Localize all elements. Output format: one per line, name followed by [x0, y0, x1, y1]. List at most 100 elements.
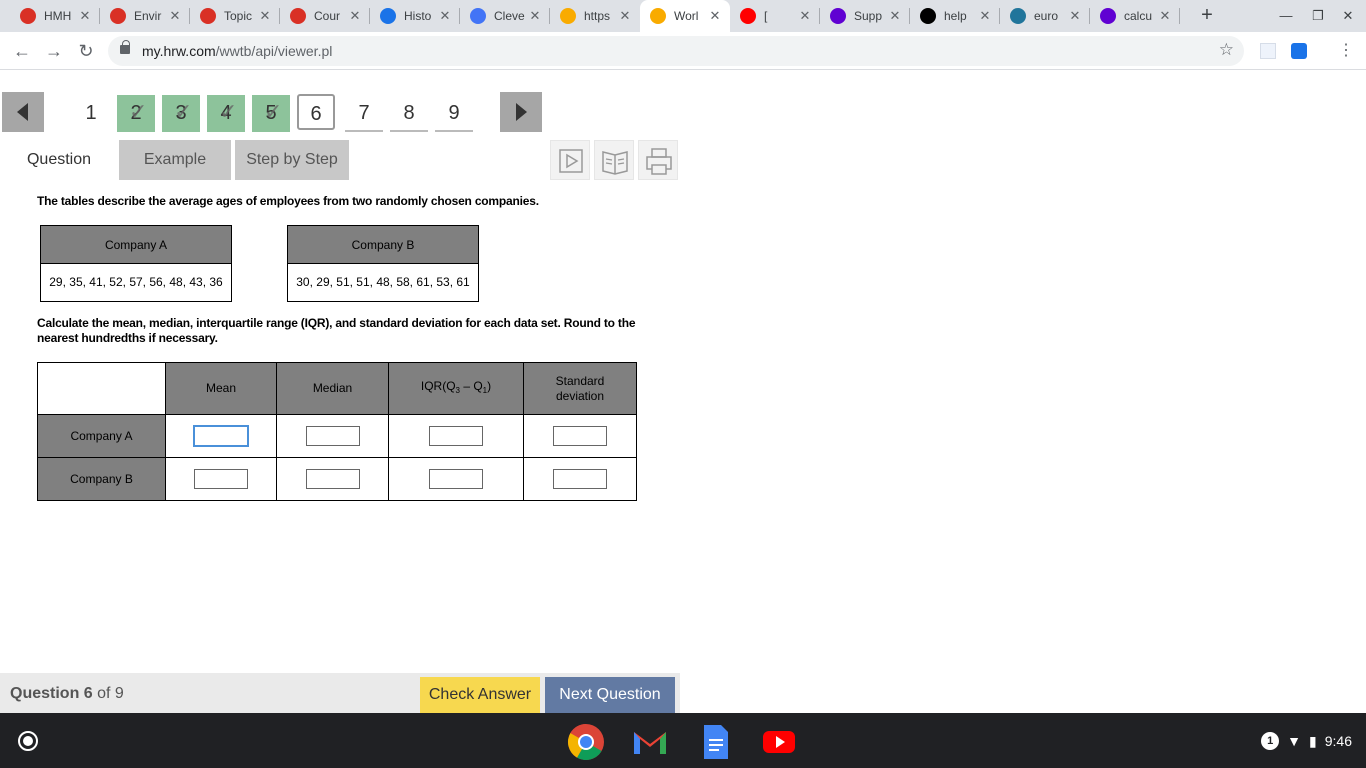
back-icon[interactable]: ← [10, 39, 34, 63]
menu-kebab-icon[interactable]: ⋮ [1334, 39, 1358, 63]
browser-tab[interactable]: Supp ✕ [820, 0, 910, 32]
browser-tab-label: help [944, 9, 967, 23]
tab-step-by-step[interactable]: Step by Step [235, 140, 349, 180]
clever-favicon-icon [470, 8, 486, 24]
next-question-arrow[interactable] [500, 92, 542, 132]
question-number-5[interactable]: 5 [252, 93, 290, 132]
browser-tab[interactable]: Topic ✕ [190, 0, 280, 32]
question-number-1[interactable]: 1 [72, 95, 110, 132]
company-a-std-dev-input[interactable] [553, 426, 607, 446]
tab-question[interactable]: Question [20, 140, 98, 180]
close-tab-icon[interactable]: ✕ [1066, 8, 1084, 24]
browser-tab[interactable]: Envir ✕ [100, 0, 190, 32]
browser-tab-label: HMH [44, 9, 72, 23]
browser-tab[interactable]: Cleve ✕ [460, 0, 550, 32]
extension-puzzle-icon[interactable] [1291, 43, 1307, 59]
browser-tab[interactable]: help ✕ [910, 0, 1000, 32]
browser-tab-label: calcu [1124, 9, 1153, 23]
question-number-8[interactable]: 8 [390, 95, 428, 132]
system-tray[interactable]: 1 ▼ ▮ 9:46 [1261, 732, 1352, 750]
yahoo-favicon-icon [1100, 8, 1116, 24]
play-video-icon[interactable] [550, 140, 590, 180]
address-bar[interactable]: my.hrw.com/wwtb/api/viewer.pl ☆ [108, 36, 1244, 66]
company-b-mean-input[interactable] [194, 469, 248, 489]
browser-tab[interactable]: [✕ [730, 0, 820, 32]
close-tab-icon[interactable]: ✕ [616, 8, 634, 24]
close-tab-icon[interactable]: ✕ [76, 8, 94, 24]
google-docs-app-icon[interactable] [695, 722, 735, 760]
check-answer-button[interactable]: Check Answer [420, 677, 540, 713]
question-number-9[interactable]: 9 [435, 95, 473, 132]
close-tab-icon[interactable]: ✕ [796, 8, 814, 24]
question-footer: Question 6 of 9 Check Answer Next Questi… [0, 673, 680, 713]
extension-doc-icon[interactable] [1260, 43, 1276, 59]
dot-favicon-icon [650, 8, 666, 24]
company-b-table: Company B 30, 29, 51, 51, 48, 58, 61, 53… [287, 225, 479, 302]
wordpress-favicon-icon [1010, 8, 1026, 24]
browser-tabstrip: + — ❐ ✕ HMH ✕ Envir ✕ Topic ✕ Cour ✕ Histo ✕ Cleve… [0, 0, 1366, 32]
chrome-app-icon[interactable] [566, 722, 606, 761]
reload-icon[interactable]: ↻ [74, 39, 98, 63]
os-shelf: 1 ▼ ▮ 9:46 [0, 713, 1366, 768]
question-number-4[interactable]: 4 [207, 93, 245, 132]
company-a-iqr-input[interactable] [429, 426, 483, 446]
company-b-std-dev-input[interactable] [553, 469, 607, 489]
restore-button[interactable]: ❐ [1308, 6, 1328, 26]
close-tab-icon[interactable]: ✕ [526, 8, 544, 24]
browser-tab[interactable]: Histo ✕ [370, 0, 460, 32]
question-number-6[interactable]: 6 [297, 94, 335, 130]
browser-tab-label: Envir [134, 9, 162, 23]
close-tab-icon[interactable]: ✕ [1156, 8, 1174, 24]
browser-tab-label: euro [1034, 9, 1059, 23]
bookmark-star-icon[interactable]: ☆ [1219, 40, 1234, 60]
tab-separator [1179, 8, 1180, 24]
browser-tab[interactable]: Cour ✕ [280, 0, 370, 32]
close-window-button[interactable]: ✕ [1338, 6, 1358, 26]
browser-tab[interactable]: calcu ✕ [1090, 0, 1180, 32]
new-tab-button[interactable]: + [1196, 4, 1218, 26]
browser-tab-label: Worl [674, 9, 699, 23]
close-tab-icon[interactable]: ✕ [436, 8, 454, 24]
tab-example[interactable]: Example [119, 140, 231, 180]
notification-badge[interactable]: 1 [1261, 732, 1280, 750]
browser-tab[interactable]: HMH ✕ [10, 0, 100, 32]
browser-tab-label: Topic [224, 9, 253, 23]
youtube-app-icon[interactable] [759, 722, 799, 760]
print-icon[interactable] [638, 140, 678, 180]
close-tab-icon[interactable]: ✕ [976, 8, 994, 24]
browser-tab[interactable]: https ✕ [550, 0, 640, 32]
close-tab-icon[interactable]: ✕ [886, 8, 904, 24]
browser-tab[interactable]: euro ✕ [1000, 0, 1090, 32]
launcher-icon[interactable] [18, 731, 38, 751]
wifi-icon: ▼ [1287, 733, 1302, 749]
close-tab-icon[interactable]: ✕ [256, 8, 274, 24]
company-b-iqr-input[interactable] [429, 469, 483, 489]
browser-tab-label: Supp [854, 9, 883, 23]
company-a-mean-input[interactable] [193, 425, 249, 447]
question-number-3[interactable]: 3 [162, 93, 200, 132]
company-b-median-input[interactable] [305, 469, 360, 489]
forward-icon[interactable]: → [42, 39, 66, 63]
problem-instruction: Calculate the mean, median, interquartil… [37, 316, 636, 345]
minimize-button[interactable]: — [1276, 6, 1296, 26]
answer-table-corner [37, 362, 166, 415]
next-question-button[interactable]: Next Question [545, 677, 675, 713]
hmh-favicon-icon [200, 8, 216, 24]
close-tab-icon[interactable]: ✕ [346, 8, 364, 24]
browser-tab[interactable]: Worl ✕ [640, 0, 730, 32]
browser-tab-label: [ [764, 9, 768, 23]
close-tab-icon[interactable]: ✕ [706, 8, 724, 24]
row-header-company-b: Company B [37, 457, 166, 501]
gmail-app-icon[interactable] [630, 722, 670, 760]
question-number-2[interactable]: 2 [117, 93, 155, 132]
browser-tab-label: Histo [404, 9, 432, 23]
browser-tab-label: https [584, 9, 611, 23]
col-header-median: Median [276, 362, 389, 415]
hmh-favicon-icon [290, 8, 306, 24]
previous-question-arrow[interactable] [2, 92, 44, 132]
close-tab-icon[interactable]: ✕ [166, 8, 184, 24]
open-book-icon[interactable] [594, 140, 634, 180]
company-a-median-input[interactable] [305, 426, 360, 446]
company-a-header: Company A [41, 226, 231, 264]
question-number-7[interactable]: 7 [345, 95, 383, 132]
